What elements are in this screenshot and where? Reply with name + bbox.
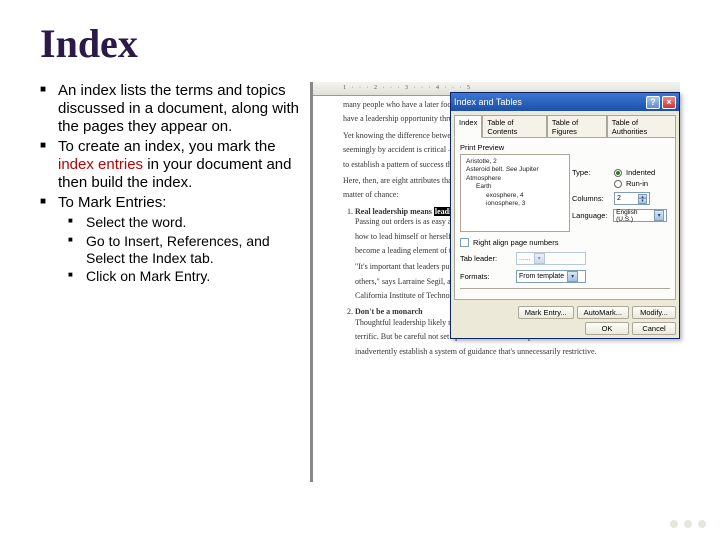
dropdown-arrow-icon: ▾ [534, 253, 545, 264]
type-label: Type: [572, 168, 610, 177]
preview-line: ionosphere, 3 [486, 200, 564, 208]
dropdown-arrow-icon: ▾ [654, 210, 664, 221]
bullet-3-label: To Mark Entries: [58, 194, 166, 211]
preview-line: Asteroid belt. See Jupiter [466, 166, 564, 174]
preview-line: Earth [476, 183, 564, 191]
sub-bullet-2: Go to Insert, References, and Select the… [68, 233, 300, 267]
preview-line: Aristotle, 2 [466, 158, 564, 166]
sub-bullet-3: Click on Mark Entry. [68, 268, 300, 285]
tab-index[interactable]: Index [454, 115, 482, 138]
formats-combo[interactable]: From template ▾ [516, 270, 586, 283]
dialog-titlebar[interactable]: Index and Tables ? × [451, 93, 679, 111]
preview-line: Atmosphere [466, 175, 564, 183]
bullet-1: An index lists the terms and topics disc… [40, 82, 300, 136]
tab-tof[interactable]: Table of Figures [547, 115, 607, 138]
doc-line: inadvertently establish a system of guid… [355, 347, 660, 357]
bullet-2-pre: To create an index, you mark the [58, 138, 276, 155]
language-combo[interactable]: English (U.S.) ▾ [613, 209, 667, 222]
dropdown-arrow-icon: ▾ [567, 271, 578, 282]
dialog-title-text: Index and Tables [454, 97, 522, 107]
radio-runin[interactable] [614, 180, 622, 188]
columns-label: Columns: [572, 194, 610, 203]
bullet-2-highlight: index entries [58, 156, 143, 173]
separator-line [460, 288, 670, 289]
tab-toa[interactable]: Table of Authorities [607, 115, 676, 138]
automark-button[interactable]: AutoMark... [577, 306, 629, 319]
close-button[interactable]: × [662, 96, 676, 109]
slide-decor-dots [670, 520, 706, 528]
columns-spinner[interactable]: 2 ▴ ▾ [614, 192, 650, 205]
sub-bullet-1: Select the word. [68, 214, 300, 231]
radio-runin-label: Run-in [626, 179, 648, 188]
bullet-2: To create an index, you mark the index e… [40, 138, 300, 192]
print-preview-box: Aristotle, 2 Asteroid belt. See Jupiter … [460, 154, 570, 232]
bullet-3: To Mark Entries: Select the word. Go to … [40, 194, 300, 285]
slide-title: Index [40, 20, 680, 67]
print-preview-label: Print Preview [460, 143, 670, 152]
formats-label: Formats: [460, 272, 510, 281]
ok-button[interactable]: OK [585, 322, 629, 335]
modify-button[interactable]: Modify... [632, 306, 676, 319]
help-button[interactable]: ? [646, 96, 660, 109]
columns-value: 2 [617, 195, 621, 202]
cancel-button[interactable]: Cancel [632, 322, 676, 335]
doc-li1-pre: Real leadership means [355, 207, 434, 216]
mark-entry-button[interactable]: Mark Entry... [518, 306, 574, 319]
tab-leader-combo[interactable]: ...... ▾ [516, 252, 586, 265]
doc-li2-title: Don't be a monarch [355, 307, 423, 316]
formats-value: From template [519, 273, 564, 280]
screenshot-column: many people who have a later focus on ge… [310, 82, 680, 482]
preview-line: exosphere, 4 [486, 192, 564, 200]
bullet-text-column: An index lists the terms and topics disc… [40, 82, 300, 482]
language-label: Language: [572, 211, 609, 220]
tab-leader-value: ...... [519, 255, 531, 262]
index-and-tables-dialog: Index and Tables ? × Index Table of Cont… [450, 92, 680, 339]
tab-toc[interactable]: Table of Contents [482, 115, 547, 138]
right-align-checkbox[interactable] [460, 238, 469, 247]
radio-indented-label: Indented [626, 168, 655, 177]
right-align-label: Right align page numbers [473, 238, 558, 247]
radio-indented[interactable] [614, 169, 622, 177]
tab-leader-label: Tab leader: [460, 254, 510, 263]
language-value: English (U.S.) [616, 209, 651, 223]
dialog-tabs: Index Table of Contents Table of Figures… [451, 111, 679, 137]
